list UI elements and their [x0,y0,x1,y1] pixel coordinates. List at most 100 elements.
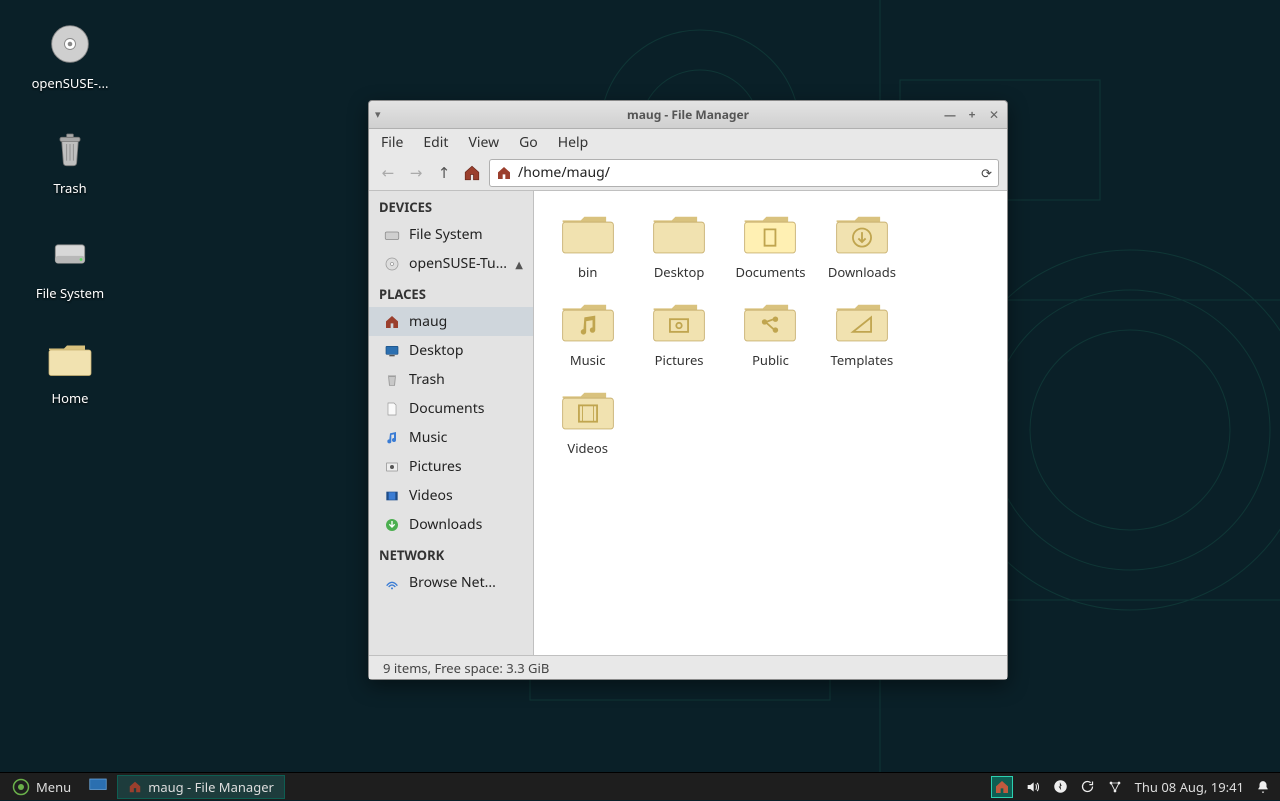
menubar: File Edit View Go Help [369,129,1007,155]
location-path: /home/maug/ [512,163,981,182]
network-tray-icon[interactable] [1107,779,1123,795]
videos-icon [383,487,401,505]
drive-icon [46,230,94,278]
desktop-icon-disc[interactable]: openSUSE-... [10,20,130,92]
sidebar-item-label: Documents [409,399,484,418]
sidebar-item-trash[interactable]: Trash [369,365,533,394]
home-icon [496,165,512,181]
sidebar-head-devices: DEVICES [369,191,533,220]
sidebar-item-pictures[interactable]: Pictures [369,452,533,481]
network-icon [383,574,401,592]
folder-videos-icon [559,385,617,433]
menu-view[interactable]: View [468,133,499,152]
sidebar-item-label: Browse Net... [409,573,496,592]
notifications-icon[interactable] [1256,780,1270,794]
volume-icon[interactable] [1025,779,1041,795]
minimize-button[interactable]: — [943,106,957,123]
file-item-videos[interactable]: Videos [542,381,633,461]
location-bar[interactable]: /home/maug/ ⟳ [489,159,999,187]
sidebar-item-videos[interactable]: Videos [369,481,533,510]
file-label: Documents [735,263,805,281]
opensuse-icon [12,778,30,796]
taskbar-menu-button[interactable]: Menu [4,773,79,801]
home-icon [128,780,142,794]
file-item-pictures[interactable]: Pictures [633,293,724,373]
sidebar-item-downloads[interactable]: Downloads [369,510,533,539]
folder-icon [46,335,94,383]
back-button[interactable]: ← [377,162,399,184]
sidebar-item-desktop[interactable]: Desktop [369,336,533,365]
file-manager-window: ▾ maug - File Manager — + ✕ File Edit Vi… [368,100,1008,680]
taskbar-task-label: maug - File Manager [148,778,274,796]
sidebar-item-music[interactable]: Music [369,423,533,452]
taskbar-show-desktop[interactable] [83,778,113,796]
sidebar-item-filesystem[interactable]: File System [369,220,533,249]
sidebar-item-network[interactable]: Browse Net... [369,568,533,597]
desktop-icon-label: Home [10,389,130,407]
desktop-icon-label: File System [10,284,130,302]
home-button[interactable] [461,162,483,184]
desktop-icon [383,342,401,360]
close-button[interactable]: ✕ [987,106,1001,123]
sidebar-item-label: Videos [409,486,453,505]
reload-button[interactable]: ⟳ [981,164,992,182]
taskbar-clock[interactable]: Thu 08 Aug, 19:41 [1135,778,1244,796]
sidebar-item-label: Music [409,428,447,447]
folder-public-icon [741,297,799,345]
file-item-templates[interactable]: Templates [816,293,907,373]
file-label: Public [752,351,789,369]
document-icon [383,400,401,418]
sidebar-item-label: Pictures [409,457,462,476]
sidebar-item-label: maug [409,312,447,331]
sidebar-item-label: Trash [409,370,445,389]
up-button[interactable]: ↑ [433,162,455,184]
file-item-documents[interactable]: Documents [725,205,816,285]
status-text: 9 items, Free space: 3.3 GiB [383,659,549,677]
sidebar-item-label: Downloads [409,515,482,534]
folder-icon [559,209,617,257]
folder-documents-icon [741,209,799,257]
menu-file[interactable]: File [381,133,403,152]
menu-help[interactable]: Help [558,133,589,152]
power-icon[interactable] [1053,779,1068,794]
desktop-icon-filesystem[interactable]: File System [10,230,130,302]
toolbar: ← → ↑ /home/maug/ ⟳ [369,155,1007,191]
file-label: Videos [567,439,608,457]
sidebar-head-places: PLACES [369,278,533,307]
status-bar: 9 items, Free space: 3.3 GiB [369,655,1007,679]
forward-button[interactable]: → [405,162,427,184]
trash-icon [46,125,94,173]
maximize-button[interactable]: + [965,106,979,123]
download-icon [383,516,401,534]
desktop-icon-home[interactable]: Home [10,335,130,407]
window-title: maug - File Manager [627,106,749,123]
taskbar-menu-label: Menu [36,778,71,796]
file-item-public[interactable]: Public [725,293,816,373]
file-item-downloads[interactable]: Downloads [816,205,907,285]
taskbar: Menu maug - File Manager Thu 08 Aug, 19:… [0,772,1280,800]
folder-icon [650,209,708,257]
titlebar[interactable]: ▾ maug - File Manager — + ✕ [369,101,1007,129]
eject-icon[interactable]: ▲ [515,257,523,271]
menu-go[interactable]: Go [519,133,538,152]
folder-downloads-icon [833,209,891,257]
menu-edit[interactable]: Edit [423,133,448,152]
sidebar-item-label: File System [409,225,483,244]
sidebar-item-home[interactable]: maug [369,307,533,336]
sidebar: DEVICES File System openSUSE-Tu... ▲ PLA… [369,191,534,655]
file-item-bin[interactable]: bin [542,205,633,285]
disc-icon [46,20,94,68]
update-icon[interactable] [1080,779,1095,794]
window-menu-icon[interactable]: ▾ [375,107,381,122]
desktop-icon-trash[interactable]: Trash [10,125,130,197]
music-icon [383,429,401,447]
taskbar-tray-home[interactable] [991,776,1013,798]
sidebar-head-network: NETWORK [369,539,533,568]
taskbar-task-filemanager[interactable]: maug - File Manager [117,775,285,799]
file-item-music[interactable]: Music [542,293,633,373]
file-view[interactable]: bin Desktop Documents Downloads [534,191,1007,655]
sidebar-item-disc[interactable]: openSUSE-Tu... ▲ [369,249,533,278]
sidebar-item-documents[interactable]: Documents [369,394,533,423]
file-item-desktop[interactable]: Desktop [633,205,724,285]
home-icon [383,313,401,331]
